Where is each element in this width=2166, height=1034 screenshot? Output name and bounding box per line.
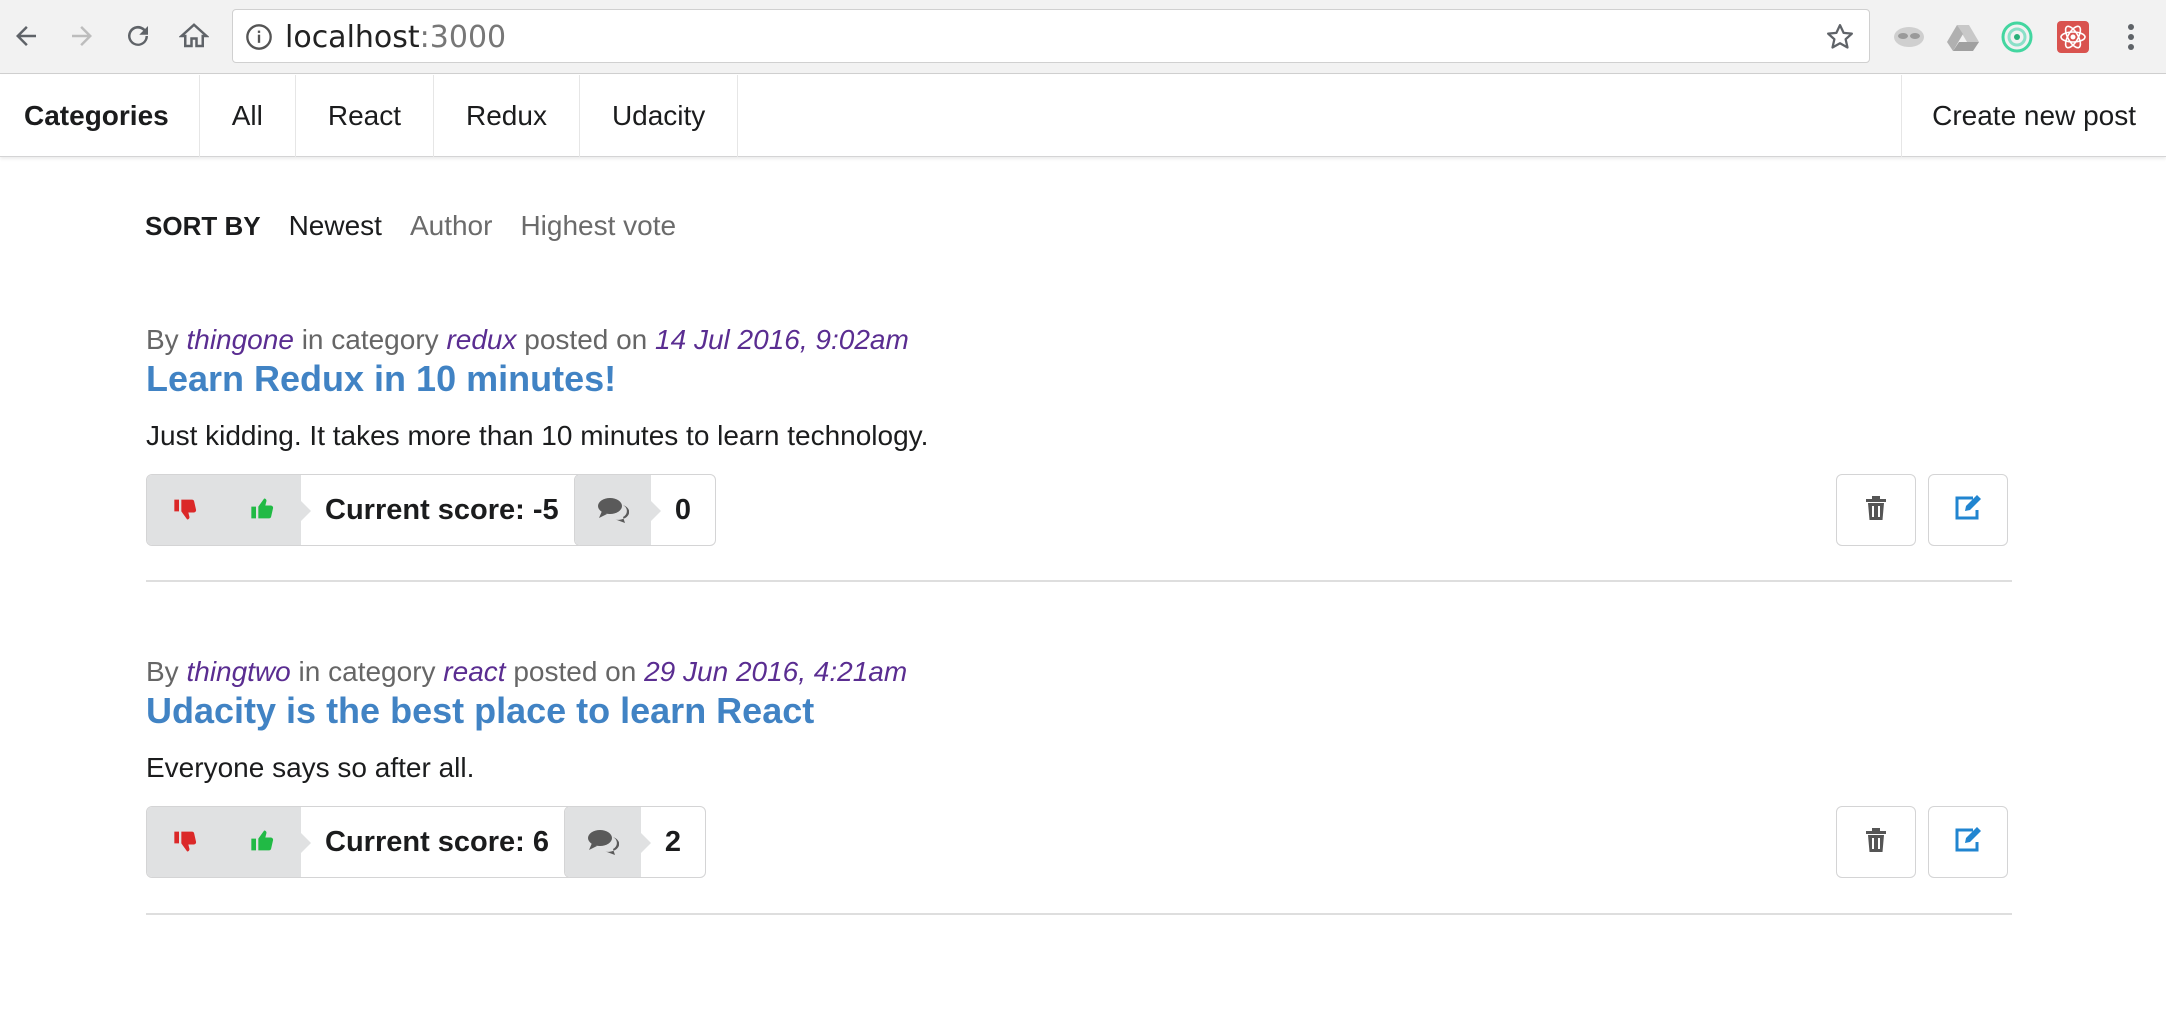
edit-post-button[interactable] xyxy=(1928,474,2008,546)
post-author[interactable]: thingone xyxy=(186,324,293,355)
extension-eyes-icon[interactable] xyxy=(1890,18,1928,56)
address-bar[interactable]: localhost:3000 xyxy=(232,9,1870,63)
post-title[interactable]: Udacity is the best place to learn React xyxy=(146,690,2012,732)
comments-icon-box xyxy=(565,807,651,877)
current-score: Current score: -5 xyxy=(325,493,559,526)
vote-buttons xyxy=(147,475,311,545)
edit-post-button[interactable] xyxy=(1928,806,2008,878)
category-redux[interactable]: Redux xyxy=(434,75,580,157)
sort-highest-vote[interactable]: Highest vote xyxy=(520,210,676,242)
reload-button[interactable] xyxy=(114,12,162,60)
thumbs-down-icon[interactable] xyxy=(172,495,200,528)
delete-post-button[interactable] xyxy=(1836,474,1916,546)
home-icon xyxy=(179,23,209,48)
post-controls: Current score: 6 2 xyxy=(146,806,2012,880)
post-item: By thingone in category redux posted on … xyxy=(146,324,2012,548)
post-date: 29 Jun 2016, 4:21am xyxy=(644,656,908,687)
post-meta: By thingone in category redux posted on … xyxy=(146,324,2012,356)
vote-group: Current score: -5 xyxy=(146,474,584,546)
post-divider xyxy=(146,580,2012,582)
post-title[interactable]: Learn Redux in 10 minutes! xyxy=(146,358,2012,400)
post-category[interactable]: redux xyxy=(446,324,516,355)
browser-toolbar: localhost:3000 xyxy=(0,0,2166,74)
post-body: Everyone says so after all. xyxy=(146,752,475,783)
drive-icon[interactable] xyxy=(1944,18,1982,56)
by-label: By xyxy=(146,656,179,687)
back-arrow-icon xyxy=(16,26,36,46)
forward-button[interactable] xyxy=(58,12,106,60)
category-udacity[interactable]: Udacity xyxy=(580,75,739,157)
home-button[interactable] xyxy=(170,12,218,60)
vote-group: Current score: 6 xyxy=(146,806,575,878)
edit-icon xyxy=(1953,494,1983,527)
trash-icon xyxy=(1864,827,1888,858)
create-new-post-link[interactable]: Create new post xyxy=(1901,75,2166,157)
reload-icon xyxy=(128,25,148,46)
categories-menu: Categories All React Redux Udacity Creat… xyxy=(0,75,2166,157)
info-icon[interactable] xyxy=(245,23,273,56)
forward-arrow-icon xyxy=(72,26,92,46)
url-host: localhost xyxy=(285,20,420,55)
post-item: By thingtwo in category react posted on … xyxy=(146,656,2012,880)
category-label: in category xyxy=(301,324,439,355)
category-all[interactable]: All xyxy=(200,75,296,157)
bookmark-star-icon[interactable] xyxy=(1825,22,1855,57)
post-controls: Current score: -5 0 xyxy=(146,474,2012,548)
react-devtools-icon[interactable] xyxy=(2054,18,2092,56)
back-button[interactable] xyxy=(2,12,50,60)
post-divider xyxy=(146,913,2012,915)
post-date: 14 Jul 2016, 9:02am xyxy=(655,324,909,355)
post-category[interactable]: react xyxy=(443,656,505,687)
post-body: Just kidding. It takes more than 10 minu… xyxy=(146,420,929,451)
post-author[interactable]: thingtwo xyxy=(186,656,290,687)
extension-target-icon[interactable] xyxy=(1998,18,2036,56)
vote-buttons xyxy=(147,807,311,877)
edit-icon xyxy=(1953,826,1983,859)
comments-icon xyxy=(587,827,620,860)
thumbs-up-icon[interactable] xyxy=(249,495,277,528)
delete-post-button[interactable] xyxy=(1836,806,1916,878)
comments-group[interactable]: 0 xyxy=(574,474,716,546)
sort-menu: SORT BY Newest Author Highest vote xyxy=(145,206,704,246)
sort-newest[interactable]: Newest xyxy=(289,210,382,242)
thumbs-up-icon[interactable] xyxy=(249,827,277,860)
posted-label: posted on xyxy=(513,656,637,687)
url-port: :3000 xyxy=(419,20,507,55)
post-meta: By thingtwo in category react posted on … xyxy=(146,656,2012,688)
sort-author[interactable]: Author xyxy=(410,210,493,242)
comments-icon-box xyxy=(575,475,661,545)
category-label: in category xyxy=(298,656,436,687)
thumbs-down-icon[interactable] xyxy=(172,827,200,860)
comments-group[interactable]: 2 xyxy=(564,806,706,878)
sort-label: SORT BY xyxy=(145,210,261,241)
comments-icon xyxy=(597,495,630,528)
current-score: Current score: 6 xyxy=(325,825,550,858)
by-label: By xyxy=(146,324,179,355)
posted-label: posted on xyxy=(524,324,648,355)
browser-menu-icon[interactable] xyxy=(2112,18,2150,56)
category-react[interactable]: React xyxy=(296,75,434,157)
address-url: localhost:3000 xyxy=(285,20,506,55)
categories-header: Categories xyxy=(0,75,200,157)
trash-icon xyxy=(1864,495,1888,526)
